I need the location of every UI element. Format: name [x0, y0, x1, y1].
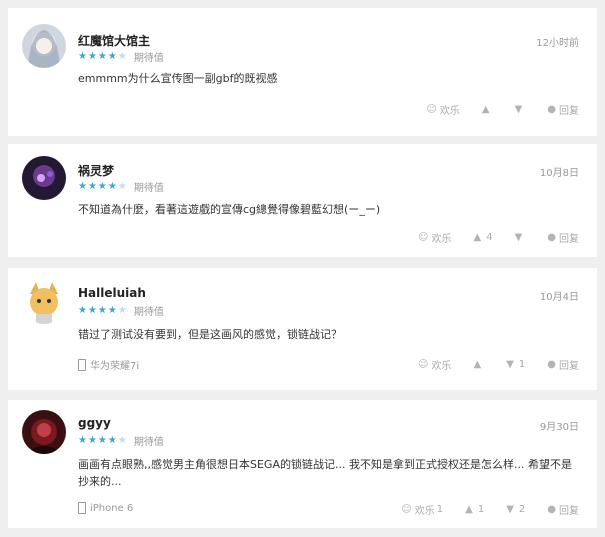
- chat-bubble-icon: ●: [547, 232, 556, 243]
- avatar[interactable]: [22, 280, 66, 324]
- dislike-button[interactable]: ▼ 1: [506, 359, 525, 370]
- username[interactable]: 祸灵梦: [78, 162, 114, 179]
- reply-label: 回复: [559, 106, 579, 117]
- rating-label: 期待值: [133, 306, 164, 318]
- like-button[interactable]: ▲ 4: [473, 232, 492, 243]
- dislike-button[interactable]: ▼: [515, 232, 526, 243]
- rating: ★★★★★ 期待值: [78, 49, 164, 64]
- thumb-up-icon: ▲: [465, 504, 473, 515]
- smile-icon: ☺: [418, 232, 429, 243]
- star-rating: ★★★★★: [78, 434, 128, 446]
- comment-card: 祸灵梦 ★★★★★ 期待值 10月8日 不知道為什麼，看著這遊戲的宣傳cg總覺得…: [8, 144, 597, 257]
- comment-card: ggyy ★★★★★ 期待值 9月30日 画画有点眼熟,,感觉男主角很想日本SE…: [8, 400, 597, 528]
- comment-list: 红魔馆大馆主 ★★★★★ 期待值 12小时前 emmmm为什么宣传图一副gbf的…: [0, 0, 605, 537]
- dislike-button[interactable]: ▼: [515, 104, 526, 115]
- reply-button[interactable]: ● 回复: [547, 230, 579, 245]
- like-button[interactable]: ▲: [473, 359, 484, 370]
- comment-card: 红魔馆大馆主 ★★★★★ 期待值 12小时前 emmmm为什么宣传图一副gbf的…: [8, 8, 597, 136]
- fun-button[interactable]: ☺ 欢乐: [418, 357, 451, 372]
- avatar[interactable]: [22, 24, 66, 68]
- reply-label: 回复: [559, 234, 579, 245]
- star-rating: ★★★★★: [78, 50, 128, 62]
- rating-label: 期待值: [133, 52, 164, 64]
- rating: ★★★★★ 期待值: [78, 179, 164, 194]
- thumb-down-icon: ▼: [506, 359, 514, 370]
- chat-bubble-icon: ●: [547, 104, 556, 115]
- reply-button[interactable]: ● 回复: [547, 102, 579, 117]
- dislike-count: 1: [518, 359, 526, 370]
- username[interactable]: ggyy: [78, 416, 111, 430]
- rating: ★★★★★ 期待值: [78, 303, 164, 318]
- comment-card: Halleluiah ★★★★★ 期待值 10月4日 错过了测试没有要到，但是这…: [8, 268, 597, 390]
- like-count: 4: [486, 232, 493, 243]
- smile-icon: ☺: [426, 104, 437, 115]
- comment-text: 错过了测试没有要到，但是这画风的感觉，锁链战记？: [78, 328, 342, 341]
- device-name: 华为荣耀7i: [90, 361, 140, 372]
- comment-actions: ☺ 欢乐 ▲ ▼ ● 回复: [404, 102, 579, 117]
- comment-text: 画画有点眼熟,,感觉男主角很想日本SEGA的锁链战记... 我不知是拿到正式授权…: [78, 458, 572, 488]
- fun-label: 欢乐: [439, 106, 460, 117]
- smile-icon: ☺: [418, 359, 429, 370]
- fun-label: 欢乐: [431, 234, 452, 245]
- like-button[interactable]: ▲ 1: [465, 504, 484, 515]
- thumb-up-icon: ▲: [473, 232, 482, 243]
- phone-icon: [78, 502, 86, 514]
- star-rating: ★★★★★: [78, 180, 128, 192]
- avatar[interactable]: [22, 410, 66, 454]
- thumb-down-icon: ▼: [514, 104, 523, 115]
- fun-label: 欢乐: [431, 361, 452, 372]
- fun-label: 欢乐: [414, 506, 435, 517]
- device-info: 华为荣耀7i: [78, 357, 139, 372]
- timestamp: 10月8日: [539, 168, 579, 179]
- device-name: iPhone 6: [90, 502, 134, 514]
- thumb-up-icon: ▲: [481, 104, 490, 115]
- like-button[interactable]: ▲: [482, 104, 493, 115]
- fun-button[interactable]: ☺ 欢乐 1: [401, 502, 443, 517]
- device-info: iPhone 6: [78, 502, 133, 514]
- comment-actions: ☺ 欢乐 1 ▲ 1 ▼ 2 ● 回复: [379, 502, 579, 517]
- rating-label: 期待值: [133, 436, 164, 448]
- username[interactable]: 红魔馆大馆主: [78, 32, 150, 49]
- chat-bubble-icon: ●: [547, 359, 556, 370]
- like-count: 1: [477, 504, 485, 515]
- timestamp: 10月4日: [539, 292, 579, 303]
- thumb-up-icon: ▲: [473, 359, 482, 370]
- reply-button[interactable]: ● 回复: [547, 357, 579, 372]
- comment-actions: ☺ 欢乐 ▲ 4 ▼ ● 回复: [396, 230, 579, 245]
- username[interactable]: Halleluiah: [78, 286, 146, 300]
- phone-icon: [78, 358, 86, 371]
- timestamp: 9月30日: [539, 422, 579, 433]
- rating-label: 期待值: [133, 182, 164, 194]
- dislike-button[interactable]: ▼ 2: [506, 504, 525, 515]
- chat-bubble-icon: ●: [547, 504, 556, 515]
- comment-text: emmmm为什么宣传图一副gbf的既视感: [78, 72, 278, 85]
- reply-button[interactable]: ● 回复: [547, 502, 579, 517]
- dislike-count: 2: [518, 504, 526, 515]
- timestamp: 12小时前: [536, 38, 579, 49]
- star-rating: ★★★★★: [78, 304, 128, 316]
- comment-text: 不知道為什麼，看著這遊戲的宣傳cg總覺得像碧藍幻想(ー_ー): [78, 203, 381, 216]
- avatar[interactable]: [22, 156, 66, 200]
- smile-icon: ☺: [401, 504, 412, 515]
- fun-button[interactable]: ☺ 欢乐: [426, 102, 459, 117]
- thumb-down-icon: ▼: [514, 232, 523, 243]
- reply-label: 回复: [559, 361, 579, 372]
- fun-count: 1: [436, 504, 444, 515]
- fun-button[interactable]: ☺ 欢乐: [418, 230, 451, 245]
- comment-actions: ☺ 欢乐 ▲ ▼ 1 ● 回复: [396, 357, 579, 372]
- rating: ★★★★★ 期待值: [78, 433, 164, 448]
- thumb-down-icon: ▼: [506, 504, 514, 515]
- reply-label: 回复: [559, 506, 579, 517]
